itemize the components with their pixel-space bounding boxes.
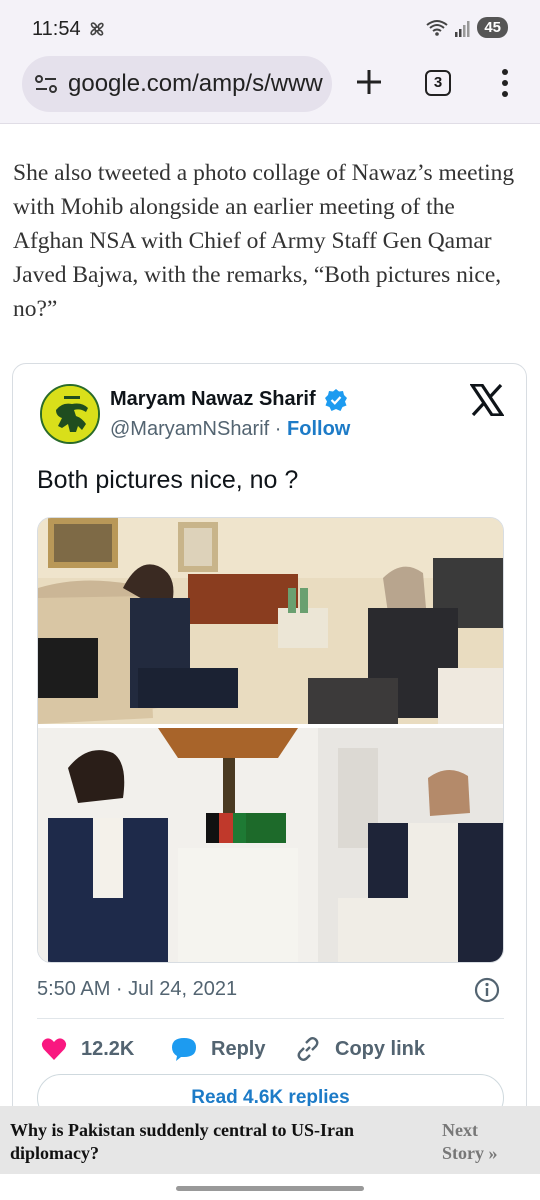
next-story-bar[interactable]: Why is Pakistan suddenly central to US-I… — [0, 1106, 540, 1174]
url-text[interactable]: google.com/amp/s/www — [68, 70, 323, 98]
tabs-icon[interactable]: 3 — [425, 70, 451, 96]
next-story-link[interactable]: Next Story » — [442, 1119, 522, 1165]
tweet-timestamp[interactable]: 5:50 AM · Jul 24, 2021 — [37, 978, 237, 1001]
info-icon[interactable] — [474, 977, 500, 1003]
like-count: 12.2K — [81, 1037, 135, 1060]
status-time: 11:54 — [32, 18, 81, 40]
copy-link-label: Copy link — [335, 1037, 426, 1060]
author-name[interactable]: Maryam Nawaz Sharif — [110, 388, 316, 411]
handle-row: @MaryamNSharif · Follow — [110, 418, 350, 441]
next-story-link-line2: Story » — [442, 1143, 498, 1163]
status-bar: 11:54 45 — [0, 0, 540, 56]
like-button[interactable]: 12.2K — [41, 1034, 134, 1064]
handle-separator: · — [274, 418, 282, 440]
meeting-photo-bottom[interactable] — [38, 728, 504, 963]
meeting-photo-top[interactable] — [38, 518, 504, 724]
site-info-icon[interactable] — [34, 74, 58, 94]
avatar[interactable] — [40, 384, 100, 444]
divider — [37, 1018, 504, 1019]
tweet-card[interactable]: Maryam Nawaz Sharif @MaryamNSharif · Fol… — [12, 363, 527, 1143]
next-story-title[interactable]: Why is Pakistan suddenly central to US-I… — [10, 1119, 410, 1165]
party-logo-icon — [42, 386, 98, 442]
verified-badge-icon — [325, 389, 347, 411]
browser-toolbar: google.com/amp/s/www 3 — [0, 56, 540, 124]
address-bar[interactable]: google.com/amp/s/www — [22, 56, 332, 112]
copy-link-button[interactable]: Copy link — [295, 1034, 425, 1064]
battery-indicator: 45 — [477, 17, 508, 38]
heart-icon — [41, 1038, 67, 1060]
link-icon — [297, 1037, 319, 1061]
reply-button[interactable]: Reply — [171, 1034, 265, 1064]
tweet-text: Both pictures nice, no ? — [37, 466, 299, 494]
wifi-icon — [426, 19, 448, 36]
reply-label: Reply — [211, 1037, 266, 1060]
author-handle[interactable]: @MaryamNSharif — [110, 418, 269, 440]
next-story-link-line1: Next — [442, 1120, 478, 1140]
signal-icon — [455, 20, 470, 37]
follow-link[interactable]: Follow — [287, 418, 350, 440]
plus-icon[interactable] — [354, 67, 384, 97]
home-indicator[interactable] — [176, 1186, 364, 1191]
fan-icon — [90, 22, 104, 36]
tweet-photo-collage[interactable] — [37, 517, 504, 963]
status-icons: 45 — [425, 17, 508, 38]
reply-bubble-icon — [172, 1038, 196, 1061]
article-paragraph: She also tweeted a photo collage of Nawa… — [13, 160, 515, 322]
x-logo-icon[interactable] — [470, 384, 504, 416]
more-vert-icon[interactable] — [498, 68, 512, 98]
